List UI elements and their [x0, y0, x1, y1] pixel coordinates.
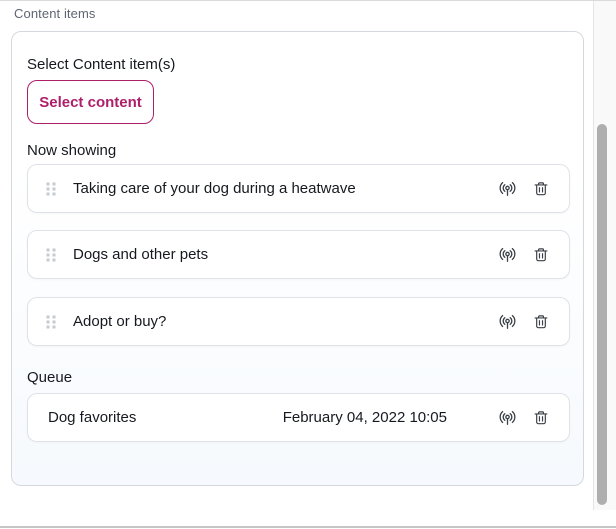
now-showing-row: Adopt or buy?	[27, 297, 570, 346]
row-title: Taking care of your dog during a heatwav…	[73, 180, 356, 197]
now-showing-row: Dogs and other pets	[27, 230, 570, 279]
trash-icon[interactable]	[529, 243, 553, 267]
select-content-button[interactable]: Select content	[27, 80, 154, 124]
row-title: Dog favorites	[48, 409, 136, 426]
drag-handle-icon[interactable]	[46, 248, 56, 262]
row-title: Adopt or buy?	[73, 313, 166, 330]
queue-label: Queue	[27, 369, 72, 386]
row-title: Dogs and other pets	[73, 246, 208, 263]
field-label: Content items	[14, 6, 96, 21]
scrollbar-thumb[interactable]	[597, 124, 607, 505]
row-actions	[495, 177, 553, 201]
row-scheduled-datetime: February 04, 2022 10:05	[283, 409, 447, 426]
broadcast-icon[interactable]	[495, 243, 519, 267]
row-actions	[495, 243, 553, 267]
trash-icon[interactable]	[529, 177, 553, 201]
row-actions	[495, 406, 553, 430]
content-items-card: Select Content item(s) Select content No…	[11, 31, 584, 486]
select-content-button-label: Select content	[39, 94, 142, 111]
row-actions	[495, 310, 553, 334]
panel-bottom-divider	[0, 526, 616, 528]
drag-handle-icon[interactable]	[46, 182, 56, 196]
drag-handle-icon[interactable]	[46, 315, 56, 329]
select-content-heading: Select Content item(s)	[27, 56, 175, 73]
vertical-scrollbar[interactable]	[594, 1, 616, 510]
panel-top-divider	[0, 0, 616, 1]
broadcast-icon[interactable]	[495, 310, 519, 334]
broadcast-icon[interactable]	[495, 406, 519, 430]
now-showing-row: Taking care of your dog during a heatwav…	[27, 164, 570, 213]
trash-icon[interactable]	[529, 406, 553, 430]
trash-icon[interactable]	[529, 310, 553, 334]
now-showing-label: Now showing	[27, 142, 116, 159]
queue-row: Dog favorites February 04, 2022 10:05	[27, 393, 570, 442]
broadcast-icon[interactable]	[495, 177, 519, 201]
